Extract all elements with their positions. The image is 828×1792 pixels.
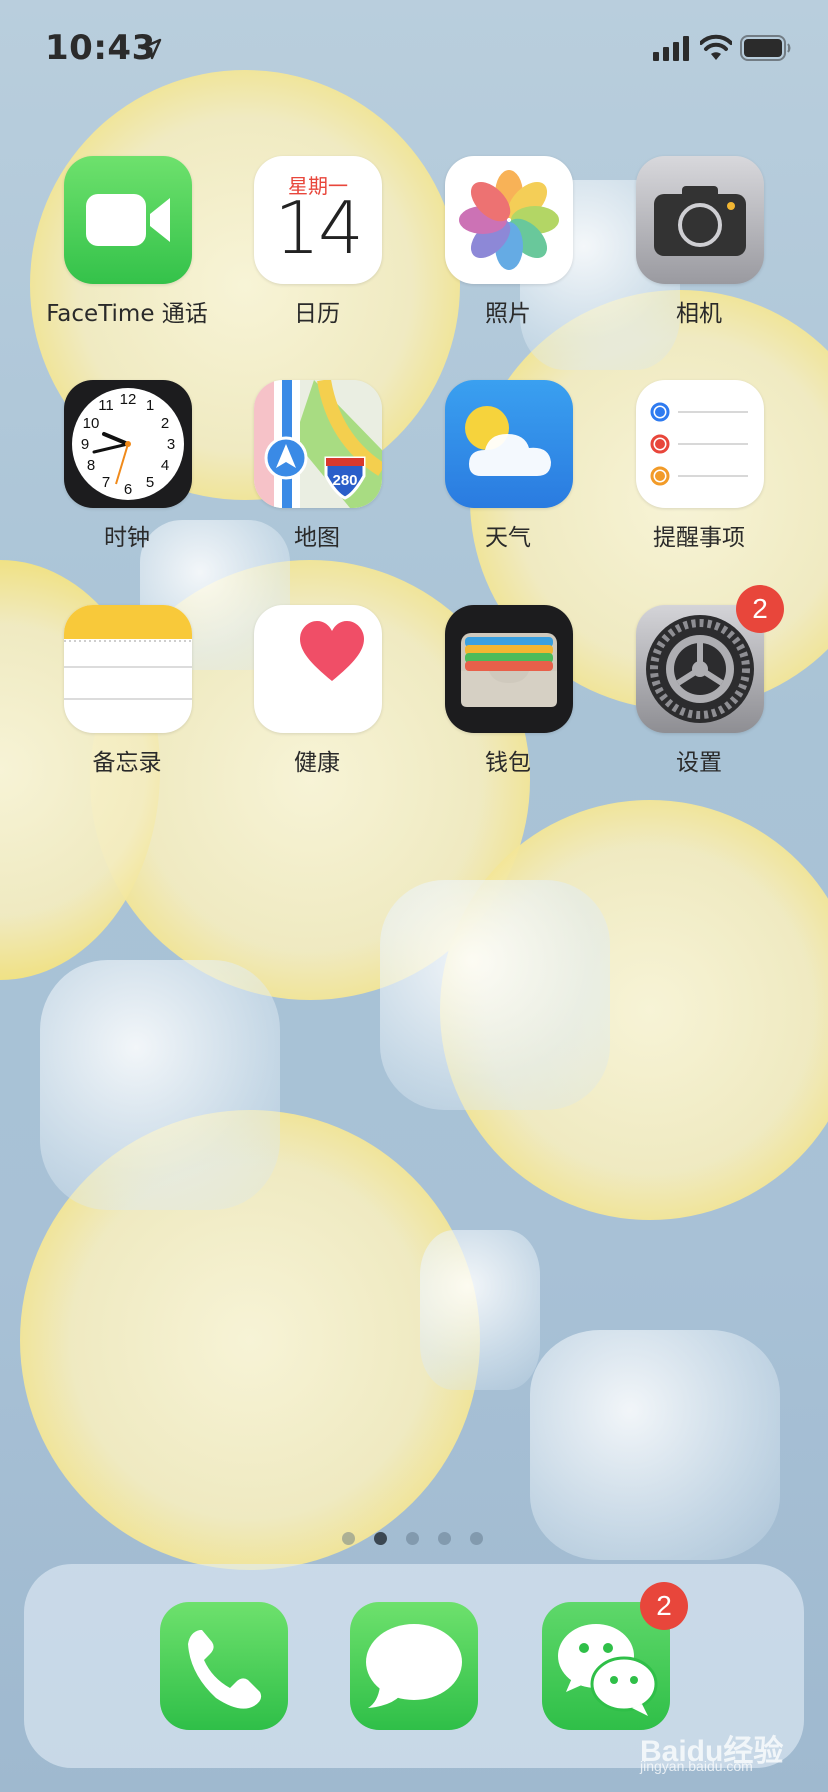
app-label: 天气 — [485, 525, 531, 551]
svg-text:6: 6 — [124, 481, 132, 498]
app-label: 钱包 — [485, 750, 531, 776]
svg-text:3: 3 — [167, 436, 175, 453]
svg-text:8: 8 — [87, 457, 95, 474]
health-icon — [254, 605, 382, 733]
wallet-icon — [445, 605, 573, 733]
notes-icon — [64, 605, 192, 733]
calendar-icon: 星期一 14 — [254, 156, 382, 284]
page-dot[interactable] — [438, 1532, 451, 1545]
phone-icon — [188, 1630, 262, 1709]
app-wallet[interactable]: 钱包 — [413, 605, 603, 776]
app-camera[interactable]: 相机 — [604, 156, 794, 327]
settings-badge: 2 — [736, 585, 784, 633]
app-label: 相机 — [676, 301, 722, 327]
reminders-icon — [636, 380, 764, 508]
maps-icon: 280 — [254, 380, 382, 508]
status-bar: 10:43 — [0, 0, 828, 100]
app-photos[interactable]: 照片 — [413, 156, 603, 327]
svg-text:9: 9 — [81, 436, 89, 453]
clock-icon: 12 1 2 3 4 5 6 7 8 9 10 11 — [64, 380, 192, 508]
app-settings[interactable]: 2 设置 — [604, 585, 794, 776]
facetime-icon — [64, 156, 192, 284]
svg-text:2: 2 — [161, 415, 169, 432]
battery-icon — [740, 35, 791, 61]
svg-text:4: 4 — [161, 457, 169, 474]
app-label: 健康 — [294, 750, 340, 776]
wifi-icon — [700, 34, 732, 60]
app-label: 备忘录 — [92, 750, 162, 776]
page-dot[interactable] — [406, 1532, 419, 1545]
svg-text:280: 280 — [332, 472, 357, 489]
page-dot-active[interactable] — [374, 1532, 387, 1545]
cellular-signal-icon — [653, 36, 689, 61]
app-label: FaceTime 通话 — [46, 301, 208, 327]
app-clock[interactable]: 12 1 2 3 4 5 6 7 8 9 10 11 时钟 — [32, 380, 222, 551]
calendar-day: 14 — [274, 186, 364, 270]
camera-icon — [636, 156, 764, 284]
phone-app[interactable] — [160, 1602, 288, 1730]
app-label: 设置 — [676, 750, 722, 776]
app-facetime[interactable]: FaceTime 通话 — [32, 156, 222, 327]
baidu-watermark: Baidu经验 jingyan.baidu.com — [640, 1735, 784, 1774]
svg-text:5: 5 — [146, 474, 154, 491]
svg-text:12: 12 — [120, 391, 137, 408]
svg-text:7: 7 — [102, 474, 110, 491]
app-label: 地图 — [294, 525, 340, 551]
page-indicator[interactable] — [338, 1532, 490, 1548]
weather-icon — [445, 380, 573, 508]
app-label: 时钟 — [104, 525, 150, 551]
wechat-badge: 2 — [640, 1582, 688, 1630]
app-weather[interactable]: 天气 — [413, 380, 603, 551]
app-health[interactable]: 健康 — [222, 605, 412, 776]
page-dot[interactable] — [470, 1532, 483, 1545]
app-notes[interactable]: 备忘录 — [32, 605, 222, 776]
app-reminders[interactable]: 提醒事项 — [604, 380, 794, 551]
app-label: 提醒事项 — [653, 525, 745, 551]
app-label: 照片 — [485, 301, 531, 327]
page-dot[interactable] — [342, 1532, 355, 1545]
svg-text:11: 11 — [98, 397, 114, 414]
photos-icon — [445, 156, 573, 284]
location-arrow-icon — [140, 38, 162, 60]
app-calendar[interactable]: 星期一 14 日历 — [222, 156, 412, 327]
app-label: 日历 — [294, 301, 340, 327]
svg-text:1: 1 — [146, 397, 154, 414]
messages-icon — [366, 1624, 462, 1708]
messages-app[interactable] — [350, 1602, 478, 1730]
svg-text:10: 10 — [83, 415, 100, 432]
app-maps[interactable]: 280 地图 — [222, 380, 412, 551]
